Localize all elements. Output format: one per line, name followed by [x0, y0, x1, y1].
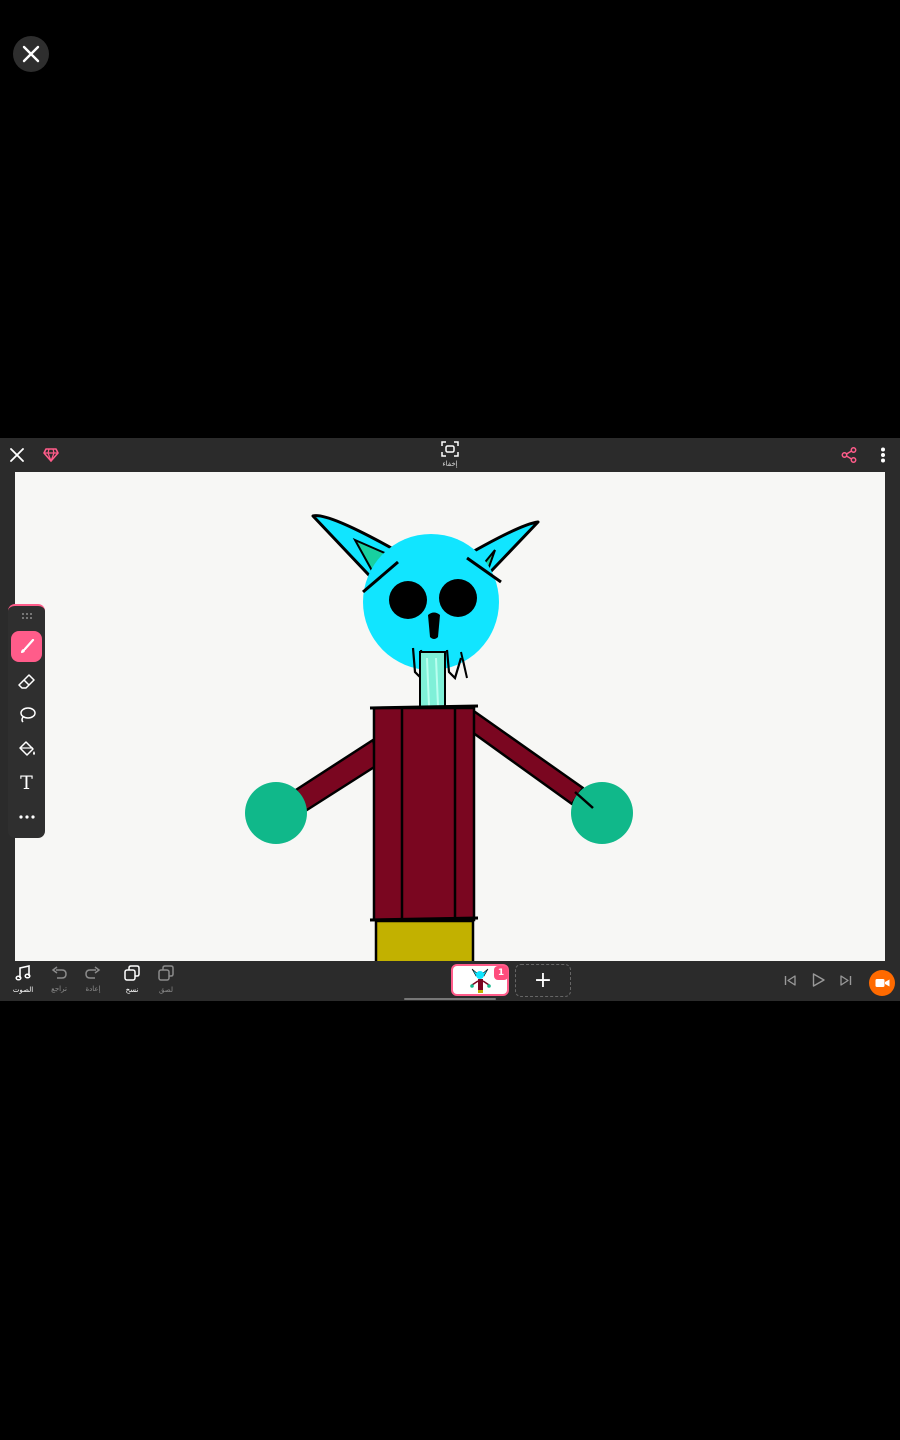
share-icon [841, 447, 857, 463]
music-note-icon [15, 965, 31, 981]
diamond-icon [43, 448, 59, 462]
hide-ui-label: إخفاء [442, 460, 458, 468]
brush-tool-button[interactable] [11, 631, 42, 662]
play-icon [812, 973, 825, 987]
eraser-icon [17, 673, 35, 689]
sound-button[interactable]: الصوت [7, 965, 39, 997]
left-hand [245, 782, 307, 844]
play-button[interactable] [809, 971, 827, 989]
drag-handle-icon [21, 613, 32, 619]
hide-ui-button[interactable]: إخفاء [430, 441, 470, 471]
fill-bucket-icon [18, 740, 35, 756]
tool-palette: T [8, 604, 45, 838]
close-icon [22, 45, 40, 63]
animation-app: إخفاء T الصوت تراجع إعادة نسخ لصق 1 + [0, 438, 900, 1001]
right-hand [571, 782, 633, 844]
right-eye [439, 579, 477, 617]
copy-label: نسخ [125, 986, 139, 994]
viewer-close-button[interactable] [13, 36, 49, 72]
lasso-icon [19, 707, 36, 723]
text-tool-button[interactable]: T [11, 767, 42, 798]
premium-button[interactable] [40, 444, 62, 466]
brush-icon [20, 638, 34, 653]
legs [374, 919, 475, 961]
first-frame-button[interactable] [781, 971, 799, 989]
paste-button[interactable]: لصق [150, 965, 182, 997]
share-button[interactable] [838, 444, 860, 466]
copy-icon [124, 965, 140, 981]
skip-forward-icon [840, 974, 852, 986]
bottom-bar: الصوت تراجع إعادة نسخ لصق 1 + [0, 961, 900, 1001]
exit-button[interactable] [6, 444, 28, 466]
text-icon: T [20, 771, 33, 794]
undo-label: تراجع [51, 985, 67, 993]
undo-button[interactable]: تراجع [43, 965, 75, 997]
home-indicator [404, 998, 496, 1000]
record-button[interactable] [869, 970, 895, 996]
frame-count-badge: 1 [494, 966, 508, 980]
more-icon [18, 814, 35, 819]
skip-back-icon [784, 974, 796, 986]
eraser-tool-button[interactable] [11, 665, 42, 696]
redo-button[interactable]: إعادة [77, 965, 109, 997]
plus-icon: + [533, 968, 553, 993]
drag-handle[interactable] [8, 610, 45, 622]
right-arm [463, 705, 585, 806]
drawing-canvas[interactable] [15, 472, 885, 961]
more-vertical-icon [881, 447, 885, 463]
last-frame-button[interactable] [837, 971, 855, 989]
fill-tool-button[interactable] [11, 733, 42, 764]
top-bar: إخفاء [0, 438, 900, 472]
torso [372, 706, 476, 922]
copy-button[interactable]: نسخ [116, 965, 148, 997]
lasso-tool-button[interactable] [11, 699, 42, 730]
more-tools-button[interactable] [11, 801, 42, 832]
head [363, 534, 499, 670]
redo-icon [85, 966, 101, 979]
left-eye [389, 581, 427, 619]
undo-icon [51, 966, 67, 979]
more-options-button[interactable] [874, 444, 892, 466]
add-frame-button[interactable]: + [515, 964, 571, 997]
paste-label: لصق [158, 986, 174, 994]
drawing-artwork [245, 514, 633, 961]
neck [419, 651, 446, 709]
paste-icon [158, 965, 174, 981]
video-camera-icon [875, 979, 889, 987]
redo-label: إعادة [85, 985, 101, 993]
close-icon [10, 448, 24, 462]
fullscreen-icon [441, 441, 459, 457]
sound-label: الصوت [12, 986, 34, 994]
